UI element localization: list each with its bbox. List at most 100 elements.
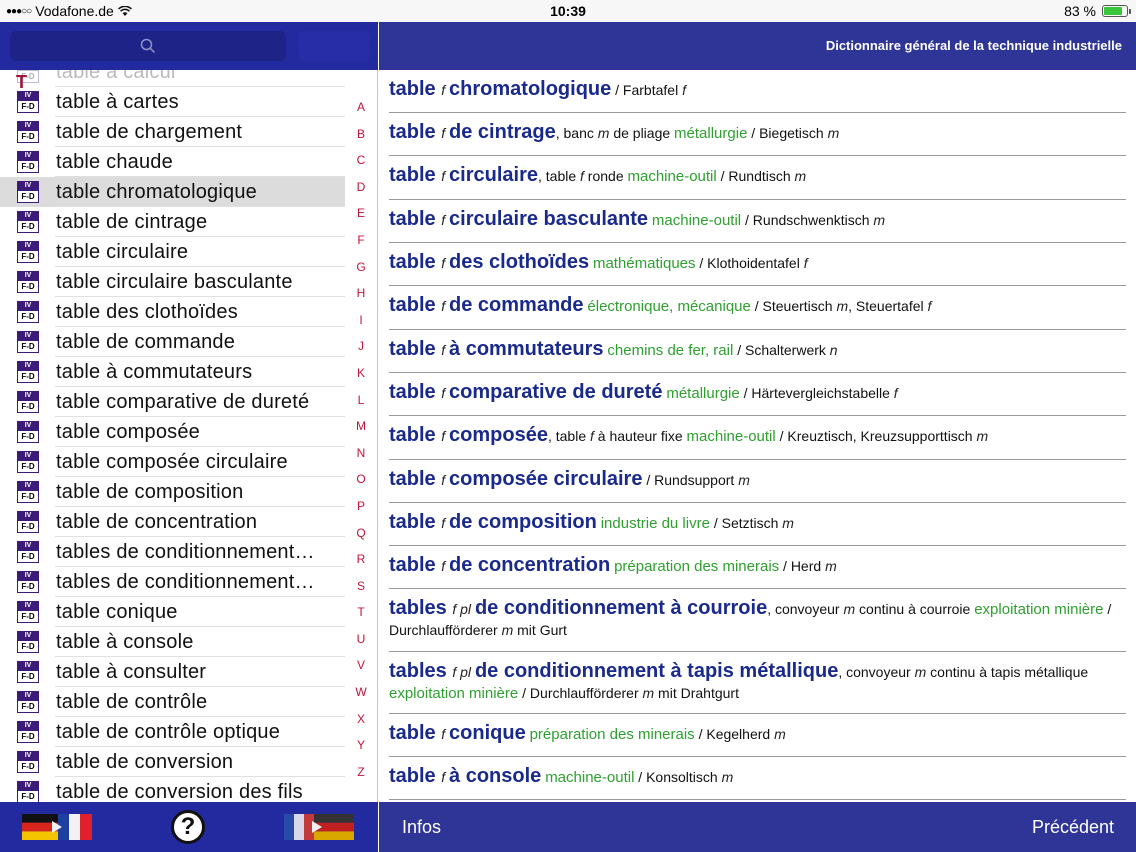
index-letter[interactable]: X [350, 706, 372, 733]
entry-domain[interactable]: machine-outil [687, 428, 776, 445]
dictionary-entry[interactable]: table f circulaire, table f ronde machin… [389, 156, 1126, 200]
index-letter[interactable]: L [350, 387, 372, 414]
entry-domain[interactable]: métallurgie [666, 385, 739, 402]
alphabet-index[interactable]: ABCDEFGHIJKLMNOPQRSTUVWXYZ [350, 94, 372, 785]
list-item[interactable]: IV F-D table comparative de dureté [0, 387, 345, 417]
index-letter[interactable]: O [350, 466, 372, 493]
dictionary-entry[interactable]: table f composée, table f à hauteur fixe… [389, 416, 1126, 460]
index-letter[interactable]: G [350, 254, 372, 281]
dictionary-entry[interactable]: table f circulaire basculante machine-ou… [389, 200, 1126, 243]
dictionary-direction-icon: IVF-D [17, 541, 39, 563]
search-cancel-button[interactable] [298, 31, 370, 61]
list-item[interactable]: IV F-D table de concentration [0, 507, 345, 537]
list-item[interactable]: IV F-D tables de conditionnement… [0, 537, 345, 567]
index-letter[interactable]: Y [350, 732, 372, 759]
index-letter[interactable]: W [350, 679, 372, 706]
entry-domain[interactable]: exploitation minière [974, 601, 1103, 618]
search-input[interactable] [10, 31, 286, 61]
german-french-direction-icon[interactable] [22, 814, 92, 840]
list-item[interactable]: IV F-D table circulaire [0, 237, 345, 267]
dictionary-entry[interactable]: table f des clothoïdes mathématiques / K… [389, 243, 1126, 286]
list-item[interactable]: IV F-D table de contrôle optique [0, 717, 345, 747]
entry-text: / Klothoidentafel [695, 255, 804, 271]
dictionary-entry[interactable]: table f à console machine-outil / Konsol… [389, 757, 1126, 800]
list-item[interactable]: IV F-D tables de conditionnement… [0, 567, 345, 597]
list-item[interactable]: IV F-D table de conversion [0, 747, 345, 777]
entry-domain[interactable]: préparation des minerais [530, 726, 695, 743]
index-letter[interactable]: Q [350, 520, 372, 547]
index-letter[interactable]: U [350, 626, 372, 653]
dictionary-entry[interactable]: table f composée circulaire / Rundsuppor… [389, 460, 1126, 503]
list-item[interactable]: IVF-Dtable à calcul [0, 70, 345, 87]
dictionary-entry[interactable]: tables f pl de conditionnement à tapis m… [389, 652, 1126, 714]
index-letter[interactable]: D [350, 174, 372, 201]
index-letter[interactable]: H [350, 280, 372, 307]
dictionary-entry[interactable]: table f chromatologique / Farbtafel f [389, 70, 1126, 113]
entry-headword: table [389, 121, 442, 143]
list-item[interactable]: IV F-D table à console [0, 627, 345, 657]
dictionary-entry[interactable]: table f à commutateurs chemins de fer, r… [389, 330, 1126, 373]
icon-bottom-label: F-D [17, 280, 39, 293]
dictionary-entry[interactable]: table f de cintrage, banc m de pliage mé… [389, 113, 1126, 156]
dictionary-direction-icon: IVF-D [17, 481, 39, 503]
previous-button[interactable]: Précédent [1032, 817, 1114, 838]
index-letter[interactable]: F [350, 227, 372, 254]
entry-domain[interactable]: électronique, mécanique [587, 298, 750, 315]
index-letter[interactable]: B [350, 121, 372, 148]
list-item[interactable]: IV F-D table composée circulaire [0, 447, 345, 477]
index-letter[interactable]: M [350, 413, 372, 440]
word-list[interactable]: IVF-Dtable à calculIVF-Dtable à cartesIV… [0, 70, 345, 804]
index-letter[interactable]: R [350, 546, 372, 573]
index-letter[interactable]: Z [350, 759, 372, 786]
entry-domain[interactable]: mathématiques [593, 255, 696, 272]
battery-percent: 83 % [1064, 3, 1096, 19]
infos-button[interactable]: Infos [402, 817, 441, 838]
entry-domain[interactable]: machine-outil [545, 769, 634, 786]
list-item[interactable]: IV F-D table circulaire basculante [0, 267, 345, 297]
list-item[interactable]: IV F-D table de contrôle [0, 687, 345, 717]
list-item[interactable]: IV F-D table à commutateurs [0, 357, 345, 387]
dictionary-entry[interactable]: table f conique préparation des minerais… [389, 714, 1126, 757]
entry-domain[interactable]: métallurgie [674, 125, 747, 142]
list-item[interactable]: IV F-D table à consulter [0, 657, 345, 687]
dictionary-entry[interactable]: table f de composition industrie du livr… [389, 503, 1126, 546]
french-german-direction-icon[interactable] [284, 814, 354, 840]
list-item[interactable]: IV F-D table conique [0, 597, 345, 627]
list-item[interactable]: IV F-D table chaude [0, 147, 345, 177]
index-letter[interactable]: V [350, 652, 372, 679]
dictionary-entry[interactable]: table f de concentration préparation des… [389, 546, 1126, 589]
entry-text: / Herd [779, 558, 826, 574]
help-button[interactable]: ? [171, 810, 205, 844]
list-item-label: table chromatologique [56, 180, 257, 203]
index-letter[interactable]: E [350, 200, 372, 227]
dictionary-entry[interactable]: tables f pl de conditionnement à courroi… [389, 589, 1126, 652]
index-letter[interactable]: T [350, 599, 372, 626]
list-item[interactable]: IV F-D table de conversion des fils [0, 777, 345, 804]
list-item[interactable]: IV F-D table de composition [0, 477, 345, 507]
list-item[interactable]: IV F-D table de cintrage [0, 207, 345, 237]
index-letter[interactable]: A [350, 94, 372, 121]
entry-domain[interactable]: industrie du livre [601, 515, 710, 532]
entry-list[interactable]: table f chromatologique / Farbtafel f tab… [389, 70, 1126, 804]
list-item[interactable]: IV F-D table de chargement [0, 117, 345, 147]
index-letter[interactable]: J [350, 333, 372, 360]
dictionary-entry[interactable]: table f comparative de dureté métallurgi… [389, 373, 1126, 416]
entry-domain[interactable]: machine-outil [652, 212, 741, 229]
index-letter[interactable]: I [350, 307, 372, 334]
list-item[interactable]: IV F-D table chromatologique [0, 177, 345, 207]
list-item[interactable]: IV F-D table composée [0, 417, 345, 447]
index-letter[interactable]: S [350, 573, 372, 600]
index-letter[interactable]: C [350, 147, 372, 174]
index-letter[interactable]: N [350, 440, 372, 467]
index-letter[interactable]: P [350, 493, 372, 520]
index-letter[interactable]: K [350, 360, 372, 387]
entry-domain[interactable]: préparation des minerais [614, 558, 779, 575]
entry-domain[interactable]: machine-outil [628, 168, 717, 185]
entry-domain[interactable]: exploitation minière [389, 685, 518, 702]
list-item[interactable]: IV F-D table de commande [0, 327, 345, 357]
dictionary-entry[interactable]: table f de commande électronique, mécani… [389, 286, 1126, 330]
list-item[interactable]: IV F-D table à cartes [0, 87, 345, 117]
entry-domain[interactable]: chemins de fer, rail [607, 342, 733, 359]
list-item-label: table à commutateurs [56, 360, 253, 383]
list-item[interactable]: IV F-D table des clothoïdes [0, 297, 345, 327]
